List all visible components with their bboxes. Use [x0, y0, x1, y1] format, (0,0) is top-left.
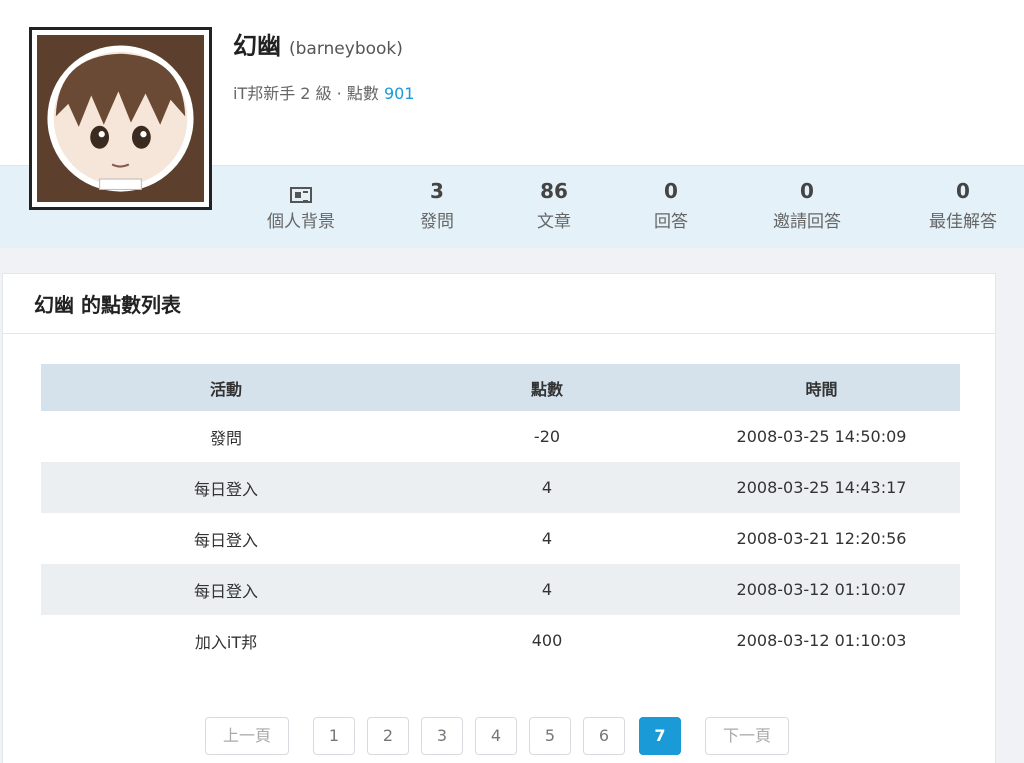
- cell-activity: 發問: [209, 428, 242, 448]
- header-points: 點數: [530, 379, 563, 399]
- stat-invited-answers[interactable]: 0 邀請回答: [747, 177, 867, 232]
- profile-name-row: 幻幽 (barneybook): [233, 26, 403, 61]
- page-button-1[interactable]: 1: [313, 717, 355, 755]
- profile-points-link[interactable]: 901: [384, 84, 415, 103]
- cell-time: 2008-03-12 01:10:07: [736, 580, 907, 599]
- table-row: 發問 -20 2008-03-25 14:50:09: [41, 411, 960, 462]
- stat-label: 邀請回答: [773, 212, 841, 232]
- cell-activity: 加入iT邦: [194, 632, 258, 652]
- stat-profile-background[interactable]: 個人背景: [241, 177, 361, 232]
- profile-name: 幻幽: [233, 32, 281, 60]
- cell-time: 2008-03-21 12:20:56: [736, 529, 907, 548]
- next-page-button[interactable]: 下一頁: [705, 717, 789, 755]
- cell-activity: 每日登入: [193, 479, 258, 499]
- stat-value: 86: [540, 179, 568, 203]
- card-title: 幻幽 的點數列表: [3, 274, 995, 334]
- page-button-5[interactable]: 5: [529, 717, 571, 755]
- profile-stats: 個人背景 3 發問 86 文章 0 回答 0 邀請回答 0 最佳解答: [0, 165, 1024, 248]
- table-row: 加入iT邦 400 2008-03-12 01:10:03: [41, 615, 960, 666]
- cell-points: 4: [541, 478, 553, 497]
- stat-best-answers[interactable]: 0 最佳解答: [903, 177, 1023, 232]
- stat-answers[interactable]: 0 回答: [611, 177, 731, 232]
- profile-meta: iT邦新手 2 級 · 點數 901: [233, 80, 414, 104]
- cell-time: 2008-03-12 01:10:03: [736, 631, 907, 650]
- stat-value: 3: [430, 179, 444, 203]
- pagination: 上一頁 1 2 3 4 5 6 7 下一頁: [3, 717, 997, 757]
- prev-page-button[interactable]: 上一頁: [205, 717, 289, 755]
- cell-activity: 每日登入: [193, 581, 258, 601]
- stat-label: 個人背景: [267, 212, 335, 232]
- stat-label: 回答: [654, 212, 688, 232]
- cell-points: 4: [541, 529, 553, 548]
- stat-value: 0: [956, 179, 970, 203]
- table-header-row: 活動 點數 時間: [41, 364, 960, 411]
- cell-activity: 每日登入: [193, 530, 258, 550]
- stat-label: 發問: [420, 212, 454, 232]
- profile-level: iT邦新手 2 級 · 點數: [233, 84, 379, 103]
- cell-points: 4: [541, 580, 553, 599]
- page-button-4[interactable]: 4: [475, 717, 517, 755]
- stat-value: 0: [800, 179, 814, 203]
- header-time: 時間: [805, 379, 838, 399]
- page-button-7-active[interactable]: 7: [639, 717, 681, 755]
- table-row: 每日登入 4 2008-03-12 01:10:07: [41, 564, 960, 615]
- points-card: 幻幽 的點數列表 活動 點數 時間 發問 -20 2008-03-25 14:5…: [2, 273, 996, 763]
- stat-label: 最佳解答: [929, 212, 997, 232]
- cell-points: -20: [533, 427, 561, 446]
- stat-label: 文章: [537, 212, 571, 232]
- header-activity: 活動: [209, 379, 242, 399]
- profile-icon: [290, 187, 312, 203]
- page-button-6[interactable]: 6: [583, 717, 625, 755]
- points-table: 活動 點數 時間 發問 -20 2008-03-25 14:50:09 每日登入…: [41, 364, 960, 666]
- stat-questions[interactable]: 3 發問: [377, 177, 497, 232]
- cell-time: 2008-03-25 14:43:17: [736, 478, 907, 497]
- cell-points: 400: [531, 631, 563, 650]
- table-row: 每日登入 4 2008-03-25 14:43:17: [41, 462, 960, 513]
- table-row: 每日登入 4 2008-03-21 12:20:56: [41, 513, 960, 564]
- stat-value: 0: [664, 179, 678, 203]
- stat-articles[interactable]: 86 文章: [494, 177, 614, 232]
- page-button-3[interactable]: 3: [421, 717, 463, 755]
- profile-header: 幻幽 (barneybook) iT邦新手 2 級 · 點數 901 個人背景 …: [0, 0, 1024, 248]
- cell-time: 2008-03-25 14:50:09: [736, 427, 907, 446]
- page-button-2[interactable]: 2: [367, 717, 409, 755]
- profile-username: (barneybook): [289, 39, 403, 59]
